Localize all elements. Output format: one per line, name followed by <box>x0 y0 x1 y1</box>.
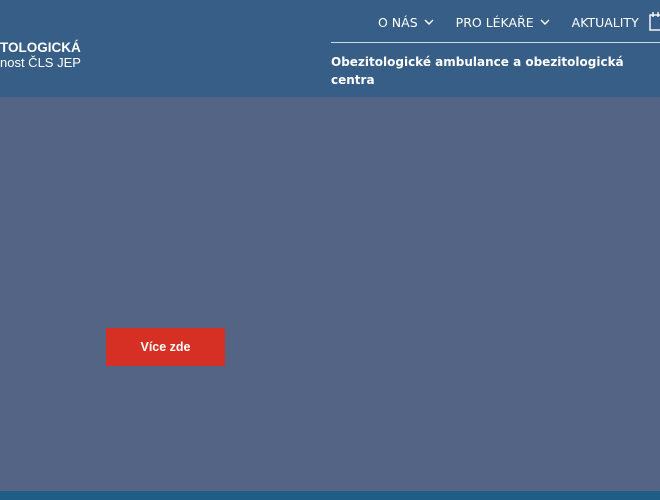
more-button[interactable]: Více zde <box>106 328 225 366</box>
logo-line-1: TOLOGICKÁ <box>0 40 81 55</box>
calendar-icon[interactable] <box>649 11 660 31</box>
chevron-down-icon <box>424 19 434 25</box>
nav-item-aktuality[interactable]: AKTUALITY <box>572 15 639 30</box>
site-header: TOLOGICKÁ nost ČLS JEP O NÁS PRO LÉKAŘE … <box>0 0 660 97</box>
header-divider <box>331 42 660 43</box>
main-nav: O NÁS PRO LÉKAŘE AKTUALITY <box>378 12 639 32</box>
site-logo[interactable]: TOLOGICKÁ nost ČLS JEP <box>0 40 81 70</box>
logo-line-2: nost ČLS JEP <box>0 55 81 70</box>
nav-item-label: PRO LÉKAŘE <box>455 14 534 30</box>
nav-item-label: AKTUALITY <box>571 14 639 30</box>
footer-strip <box>0 491 660 500</box>
subnav-link-ambulance[interactable]: Obezitologické ambulance a obezitologick… <box>331 53 641 89</box>
nav-item-o-nas[interactable]: O NÁS <box>378 15 434 30</box>
chevron-down-icon <box>540 19 550 25</box>
nav-item-label: O NÁS <box>378 14 418 30</box>
nav-item-pro-lekare[interactable]: PRO LÉKAŘE <box>456 15 550 30</box>
